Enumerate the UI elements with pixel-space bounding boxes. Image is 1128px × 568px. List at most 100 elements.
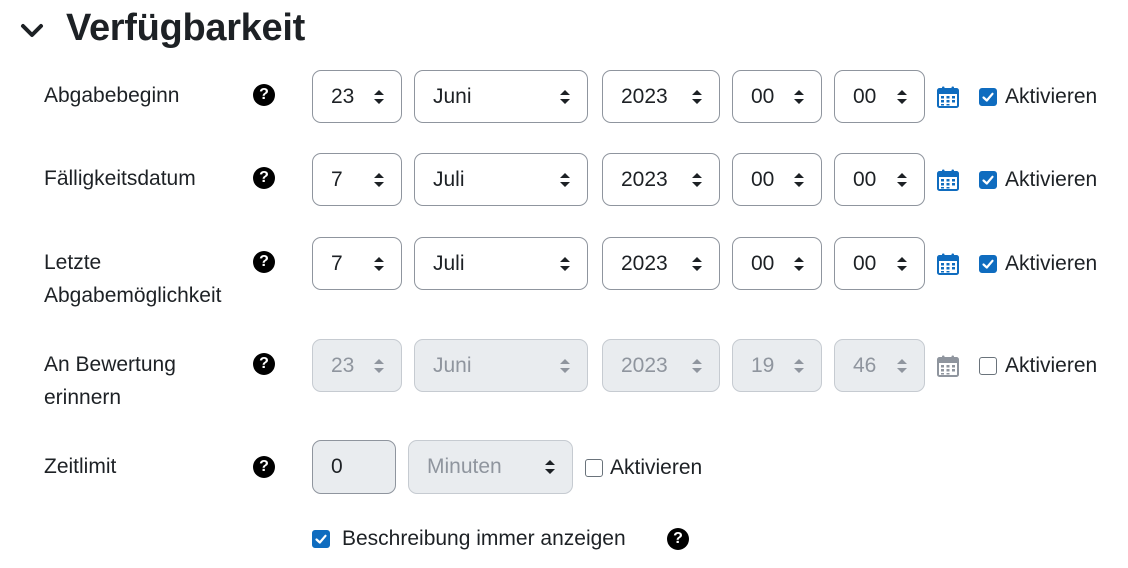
day-select[interactable]: 23 <box>312 70 402 123</box>
field-label-line: Abgabebeginn <box>44 84 180 107</box>
day-select-value: 7 <box>331 252 343 275</box>
month-select[interactable]: Juni <box>414 70 588 123</box>
sort-arrows-icon <box>560 173 570 187</box>
sort-arrows-icon <box>794 173 804 187</box>
year-select-value: 2023 <box>621 354 668 377</box>
field-label-line: Letzte <box>44 251 102 274</box>
minute-select[interactable]: 00 <box>834 70 925 123</box>
field-label: Letzte Abgabemöglichkeit <box>44 246 221 312</box>
minute-select[interactable]: 00 <box>834 237 925 290</box>
field-label: Abgabebeginn <box>44 79 179 112</box>
month-select-value: Juni <box>433 354 472 377</box>
enable-checkbox[interactable] <box>979 88 997 106</box>
checkmark-icon <box>982 175 994 185</box>
month-select-value: Juli <box>433 168 465 191</box>
sort-arrows-icon <box>794 359 804 373</box>
help-icon[interactable]: ? <box>253 167 275 189</box>
sort-arrows-icon <box>374 90 384 104</box>
always-show-description-label[interactable]: Beschreibung immer anzeigen <box>342 525 626 553</box>
checkmark-icon <box>315 534 327 544</box>
help-icon[interactable]: ? <box>253 251 275 273</box>
year-select[interactable]: 2023 <box>602 339 720 392</box>
sort-arrows-icon <box>897 90 907 104</box>
day-select[interactable]: 7 <box>312 237 402 290</box>
month-select-value: Juli <box>433 252 465 275</box>
enable-checkbox-label[interactable]: Aktivieren <box>1005 166 1097 194</box>
hour-select-value: 00 <box>751 85 775 108</box>
day-select-value: 23 <box>331 85 355 108</box>
hour-select-value: 00 <box>751 168 775 191</box>
hour-select[interactable]: 00 <box>732 153 822 206</box>
timelimit-unit-select[interactable]: Minuten <box>408 440 573 494</box>
day-select-value: 7 <box>331 168 343 191</box>
minute-select-value: 00 <box>853 85 877 108</box>
month-select[interactable]: Juni <box>414 339 588 392</box>
day-select[interactable]: 7 <box>312 153 402 206</box>
field-label-line: An Bewertung <box>44 353 176 376</box>
section-title: Verfügbarkeit <box>66 7 305 49</box>
help-icon[interactable]: ? <box>253 84 275 106</box>
enable-checkbox-label[interactable]: Aktivieren <box>1005 352 1097 380</box>
timelimit-enable-checkbox[interactable] <box>585 459 603 477</box>
always-show-description-checkbox[interactable] <box>312 530 330 548</box>
month-select[interactable]: Juli <box>414 237 588 290</box>
day-select-value: 23 <box>331 354 355 377</box>
day-select[interactable]: 23 <box>312 339 402 392</box>
sort-arrows-icon <box>692 359 702 373</box>
sort-arrows-icon <box>692 257 702 271</box>
minute-select-value: 00 <box>853 168 877 191</box>
timelimit-label: Zeitlimit <box>44 455 117 478</box>
sort-arrows-icon <box>897 257 907 271</box>
sort-arrows-icon <box>374 173 384 187</box>
field-label-line: Abgabemöglichkeit <box>44 284 222 307</box>
chevron-down-icon[interactable] <box>18 16 46 44</box>
field-label: An Bewertung erinnern <box>44 348 176 414</box>
year-select-value: 2023 <box>621 252 668 275</box>
help-icon[interactable]: ? <box>253 353 275 375</box>
calendar-icon[interactable] <box>936 85 960 109</box>
timelimit-unit-value: Minuten <box>427 455 502 478</box>
timelimit-input[interactable]: 0 <box>312 440 396 494</box>
calendar-icon[interactable] <box>936 252 960 276</box>
help-icon[interactable]: ? <box>253 456 275 478</box>
sort-arrows-icon <box>897 359 907 373</box>
sort-arrows-icon <box>794 90 804 104</box>
year-select[interactable]: 2023 <box>602 153 720 206</box>
year-select-value: 2023 <box>621 85 668 108</box>
calendar-icon[interactable] <box>936 354 960 378</box>
sort-arrows-icon <box>897 173 907 187</box>
year-select[interactable]: 2023 <box>602 70 720 123</box>
enable-checkbox-label[interactable]: Aktivieren <box>1005 250 1097 278</box>
minute-select[interactable]: 00 <box>834 153 925 206</box>
sort-arrows-icon <box>560 359 570 373</box>
enable-checkbox[interactable] <box>979 255 997 273</box>
sort-arrows-icon <box>692 173 702 187</box>
field-label-line: erinnern <box>44 386 122 409</box>
minute-select-value: 46 <box>853 354 877 377</box>
checkmark-icon <box>982 259 994 269</box>
hour-select[interactable]: 19 <box>732 339 822 392</box>
year-select-value: 2023 <box>621 168 668 191</box>
year-select[interactable]: 2023 <box>602 237 720 290</box>
enable-checkbox[interactable] <box>979 357 997 375</box>
checkmark-icon <box>982 92 994 102</box>
field-label: Fälligkeitsdatum <box>44 162 196 195</box>
minute-select-value: 00 <box>853 252 877 275</box>
sort-arrows-icon <box>692 90 702 104</box>
sort-arrows-icon <box>374 257 384 271</box>
sort-arrows-icon <box>794 257 804 271</box>
sort-arrows-icon <box>560 90 570 104</box>
hour-select-value: 00 <box>751 252 775 275</box>
sort-arrows-icon <box>545 460 555 474</box>
minute-select[interactable]: 46 <box>834 339 925 392</box>
month-select-value: Juni <box>433 85 472 108</box>
hour-select[interactable]: 00 <box>732 237 822 290</box>
calendar-icon[interactable] <box>936 168 960 192</box>
enable-checkbox-label[interactable]: Aktivieren <box>1005 83 1097 111</box>
timelimit-enable-label[interactable]: Aktivieren <box>610 454 702 482</box>
enable-checkbox[interactable] <box>979 171 997 189</box>
month-select[interactable]: Juli <box>414 153 588 206</box>
hour-select[interactable]: 00 <box>732 70 822 123</box>
sort-arrows-icon <box>374 359 384 373</box>
help-icon[interactable]: ? <box>667 528 689 550</box>
